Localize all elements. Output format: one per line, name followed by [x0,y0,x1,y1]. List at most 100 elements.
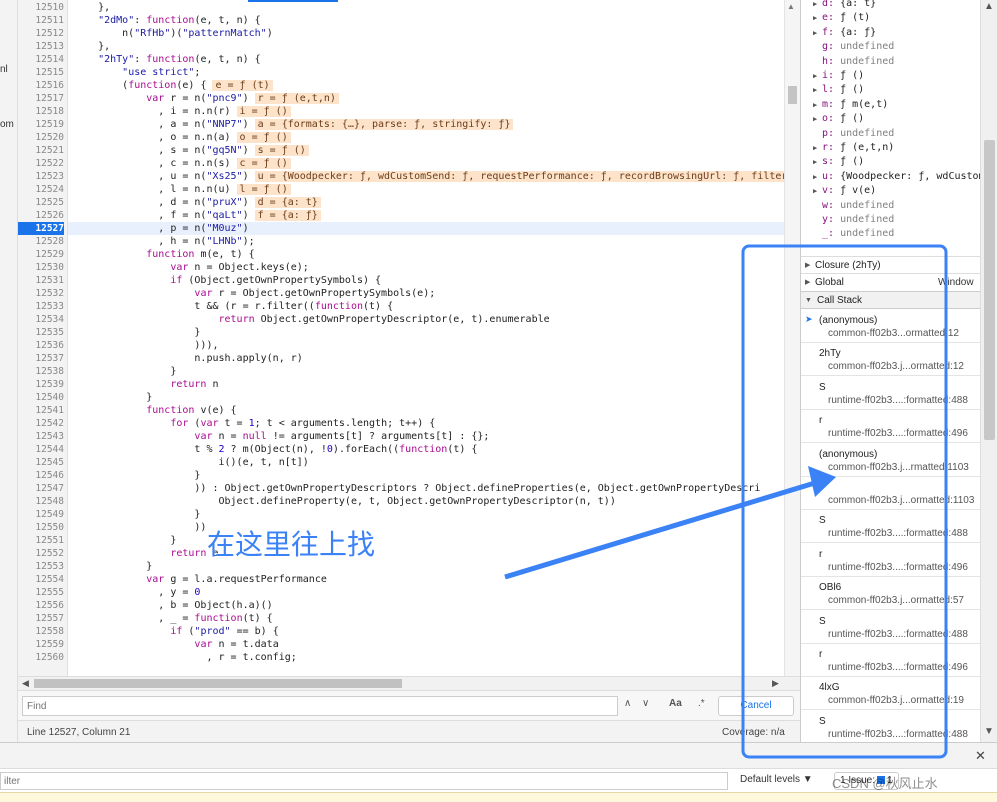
line-number[interactable]: 12560 [18,651,64,664]
line-number[interactable]: 12547 [18,482,64,495]
call-stack-header[interactable]: ▼ Call Stack [801,291,980,309]
line-number[interactable]: 12527 [18,222,64,235]
call-frame[interactable]: Sruntime-ff02b3....:formatted:488 [801,611,980,644]
editor-vertical-scrollbar[interactable]: ▲ [784,0,800,676]
line-number[interactable]: 12548 [18,495,64,508]
frame-location[interactable]: common-ff02b3.j...ormatted:12 [828,361,964,372]
find-cancel-button[interactable]: Cancel [718,696,794,716]
line-number[interactable]: 12539 [18,378,64,391]
line-number[interactable]: 12522 [18,157,64,170]
line-number[interactable]: 12551 [18,534,64,547]
call-frame[interactable]: ➤ (anonymous) common-ff02b3...ormatted:12 [801,310,980,343]
scope-variable[interactable]: w: undefined [801,199,980,213]
scope-variable[interactable]: ▶ m: ƒ m(e,t) [801,98,980,112]
find-prev-icon[interactable]: ∧ [624,698,631,709]
line-number[interactable]: 12543 [18,430,64,443]
call-frame[interactable]: 2hTy common-ff02b3.j...ormatted:12 [801,343,980,377]
line-number[interactable]: 12513 [18,40,64,53]
scope-variable[interactable]: y: undefined [801,213,980,227]
horizontal-scroll-thumb[interactable] [34,679,402,688]
line-number[interactable]: 12550 [18,521,64,534]
scroll-up-icon[interactable]: ▲ [787,2,795,11]
call-frame[interactable]: Sruntime-ff02b3....:formatted:488 [801,711,980,742]
line-number[interactable]: 12552 [18,547,64,560]
scope-variable[interactable]: ▶ i: ƒ () [801,69,980,83]
line-number[interactable]: 12554 [18,573,64,586]
line-number[interactable]: 12536 [18,339,64,352]
find-input[interactable] [22,696,618,716]
frame-location[interactable]: common-ff02b3.j...ormatted:57 [828,595,964,606]
line-number[interactable]: 12537 [18,352,64,365]
scope-variable[interactable]: ▶ s: ƒ () [801,155,980,169]
line-number[interactable]: 12542 [18,417,64,430]
scope-variable[interactable]: _: undefined [801,227,980,241]
scope-variable[interactable]: ▶ o: ƒ () [801,112,980,126]
call-frame[interactable]: r runtime-ff02b3....:formatted:496 [801,544,980,577]
sidebar-scrollbar[interactable]: ▲ ▼ [980,0,997,742]
scope-variable[interactable]: ▶ r: ƒ (e,t,n) [801,141,980,155]
line-number[interactable]: 12528 [18,235,64,248]
line-number[interactable]: 12540 [18,391,64,404]
line-number[interactable]: 12538 [18,365,64,378]
line-number[interactable]: 12519 [18,118,64,131]
line-number[interactable]: 12535 [18,326,64,339]
line-number[interactable]: 12525 [18,196,64,209]
scope-variable[interactable]: ▶ e: ƒ (t) [801,11,980,25]
line-number[interactable]: 12544 [18,443,64,456]
line-number[interactable]: 12520 [18,131,64,144]
scroll-up-icon[interactable]: ▲ [984,1,994,12]
scope-variable[interactable]: p: undefined [801,127,980,141]
line-number[interactable]: 12534 [18,313,64,326]
line-number[interactable]: 12516 [18,79,64,92]
line-number[interactable]: 12532 [18,287,64,300]
line-number[interactable]: 12529 [18,248,64,261]
close-icon[interactable]: ✕ [975,748,986,764]
frame-location[interactable]: runtime-ff02b3....:formatted:488 [828,395,968,406]
line-number[interactable]: 12517 [18,92,64,105]
line-number[interactable]: 12531 [18,274,64,287]
line-number[interactable]: 12541 [18,404,64,417]
scroll-down-icon[interactable]: ▼ [984,726,994,737]
line-number[interactable]: 12545 [18,456,64,469]
line-number[interactable]: 12533 [18,300,64,313]
call-frame[interactable]: Sruntime-ff02b3....:formatted:488 [801,377,980,410]
line-number[interactable]: 12523 [18,170,64,183]
source-editor[interactable]: 12510 12511 12512 12513 12514 12515 12516 12517… [18,0,784,676]
scroll-left-icon[interactable]: ◀ [22,678,29,689]
match-case-button[interactable]: Aa [669,698,682,709]
sidebar-scroll-thumb[interactable] [984,140,995,440]
line-number[interactable]: 12510 [18,1,64,14]
scope-variable[interactable]: g: undefined [801,40,980,54]
frame-location[interactable]: common-ff02b3...ormatted:12 [828,328,959,339]
line-number[interactable]: 12518 [18,105,64,118]
log-levels-dropdown[interactable]: Default levels ▼ [740,774,813,785]
line-number-gutter[interactable]: 12510 12511 12512 12513 12514 12515 12516 12517… [18,0,68,676]
line-number[interactable]: 12511 [18,14,64,27]
frame-location[interactable]: runtime-ff02b3....:formatted:496 [828,562,968,573]
find-next-icon[interactable]: ∨ [642,698,649,709]
call-frame[interactable]: Sruntime-ff02b3....:formatted:488 [801,510,980,544]
line-number[interactable]: 12559 [18,638,64,651]
call-frame[interactable]: r runtime-ff02b3....:formatted:496 [801,410,980,444]
scope-variable[interactable]: ▶ v: ƒ v(e) [801,184,980,198]
line-number[interactable]: 12556 [18,599,64,612]
line-number[interactable]: 12553 [18,560,64,573]
line-number[interactable]: 12524 [18,183,64,196]
scope-variable[interactable]: ▶ u: {Woodpecker: ƒ, wdCustom [801,170,980,184]
closure-scope[interactable]: ▶ Closure (2hTy) [801,256,980,273]
line-number[interactable]: 12515 [18,66,64,79]
call-frame[interactable]: r runtime-ff02b3....:formatted:496 [801,644,980,677]
call-frame[interactable]: 4lxG common-ff02b3.j...ormatted:19 [801,677,980,711]
scope-variable[interactable]: ▶ l: ƒ () [801,83,980,97]
call-frame[interactable]: (anonymous) common-ff02b3.j...rmatted:110… [801,444,980,477]
scope-variable[interactable]: h: undefined [801,55,980,69]
frame-location[interactable]: runtime-ff02b3....:formatted:496 [828,428,968,439]
editor-horizontal-scrollbar[interactable]: ◀ ▶ [18,676,800,690]
line-number[interactable]: 12555 [18,586,64,599]
line-number[interactable]: 12521 [18,144,64,157]
frame-location[interactable]: common-ff02b3.j...rmatted:1103 [828,462,969,473]
line-number[interactable]: 12514 [18,53,64,66]
line-number[interactable]: 12526 [18,209,64,222]
line-number[interactable]: 12557 [18,612,64,625]
scroll-right-icon[interactable]: ▶ [772,678,779,689]
